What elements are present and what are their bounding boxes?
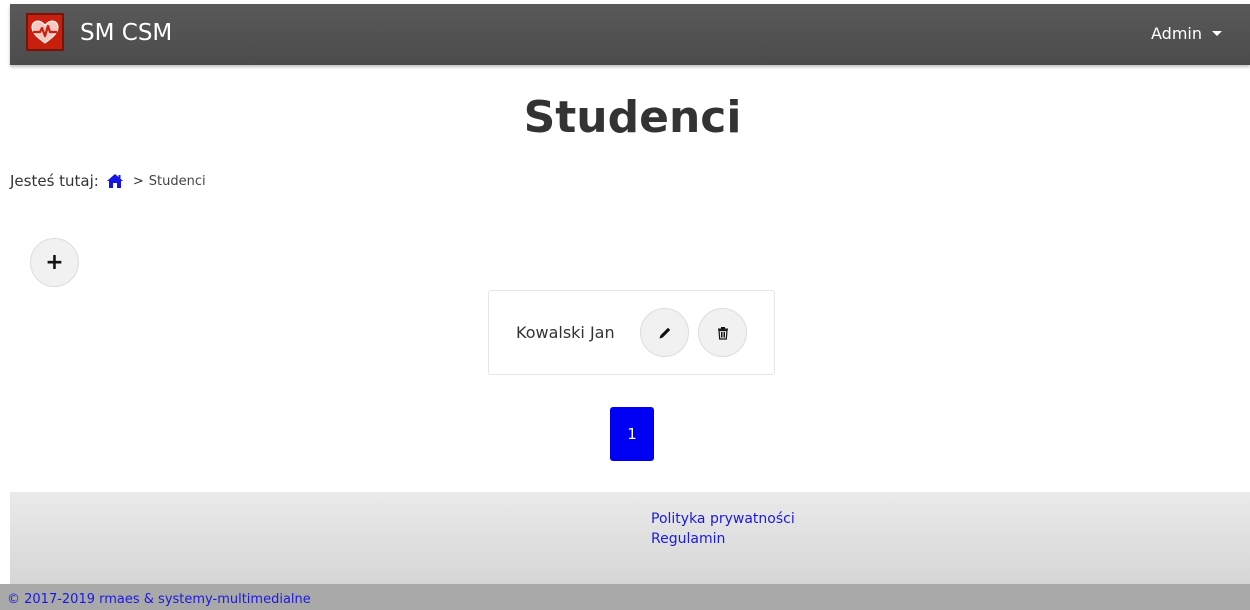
breadcrumb: Jesteś tutaj: > Studenci: [10, 170, 206, 192]
user-menu-label: Admin: [1151, 24, 1202, 43]
page-title: Studenci: [523, 92, 742, 143]
breadcrumb-prefix: Jesteś tutaj:: [10, 172, 99, 190]
page: SM CSM Admin Studenci Jesteś tutaj: > St…: [0, 0, 1250, 610]
plus-icon: +: [45, 249, 64, 275]
pencil-icon: [659, 327, 670, 338]
breadcrumb-current: Studenci: [148, 173, 206, 189]
caret-down-icon: [1212, 31, 1222, 36]
privacy-policy-link[interactable]: Polityka prywatności: [651, 509, 795, 529]
terms-link[interactable]: Regulamin: [651, 529, 795, 549]
brand-link[interactable]: SM CSM: [80, 18, 172, 48]
breadcrumb-separator: >: [132, 173, 144, 189]
pagination-page-1[interactable]: 1: [610, 407, 654, 461]
heart-pulse-logo-icon[interactable]: [26, 13, 64, 51]
add-student-button[interactable]: +: [30, 238, 79, 287]
delete-student-button[interactable]: [698, 308, 747, 357]
student-card: Kowalski Jan: [488, 290, 775, 375]
footer-links: Polityka prywatności Regulamin: [651, 509, 795, 549]
edit-student-button[interactable]: [640, 308, 689, 357]
copyright-text[interactable]: © 2017-2019 rmaes & systemy-multimedialn…: [7, 591, 311, 608]
home-icon[interactable]: [106, 173, 124, 189]
copyright-bar: © 2017-2019 rmaes & systemy-multimedialn…: [0, 584, 1250, 610]
student-name: Kowalski Jan: [516, 323, 615, 342]
footer: Polityka prywatności Regulamin: [10, 492, 1250, 584]
user-dropdown[interactable]: Admin: [1151, 23, 1222, 45]
trash-icon: [717, 326, 728, 340]
top-navbar: SM CSM Admin: [10, 4, 1250, 65]
